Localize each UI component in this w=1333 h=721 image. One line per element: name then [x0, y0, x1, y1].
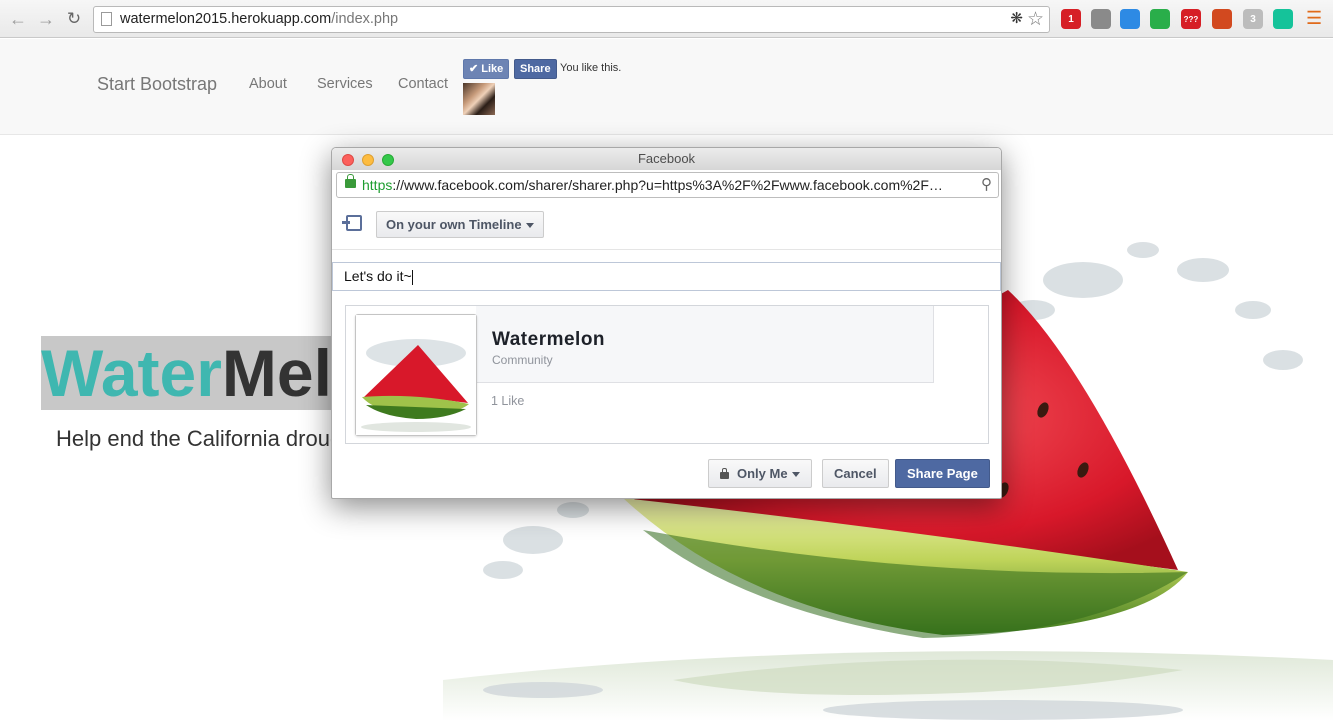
- site-navbar: Start Bootstrap About Services Contact ✔…: [0, 39, 1333, 135]
- share-to-icon: [342, 215, 362, 231]
- close-window-icon[interactable]: [342, 154, 354, 166]
- forward-icon[interactable]: →: [35, 8, 57, 30]
- watermelon-thumbnail-image: [356, 315, 476, 435]
- extension-badge: ???: [1183, 15, 1199, 24]
- chrome-ext-icon[interactable]: [1120, 9, 1140, 29]
- share-destination-row: On your own Timeline: [332, 200, 1001, 250]
- popup-address-bar[interactable]: https://www.facebook.com/sharer/sharer.p…: [336, 172, 999, 198]
- reload-icon[interactable]: ↻: [63, 8, 85, 30]
- facebook-share-popup: Facebook https://www.facebook.com/sharer…: [331, 147, 1002, 499]
- share-message-input[interactable]: Let's do it~: [332, 262, 1001, 291]
- zoom-window-icon[interactable]: [382, 154, 394, 166]
- translate-icon[interactable]: ???: [1181, 9, 1201, 29]
- zoom-icon[interactable]: ⚲: [981, 175, 992, 193]
- bookmark-star-icon[interactable]: ☆: [1027, 8, 1044, 31]
- popup-url: https://www.facebook.com/sharer/sharer.p…: [362, 177, 943, 193]
- chevron-down-icon: [525, 223, 534, 229]
- fb-user-avatar[interactable]: [463, 83, 495, 115]
- todo-icon[interactable]: [1212, 9, 1232, 29]
- share-page-button[interactable]: Share Page: [895, 459, 990, 488]
- popup-title: Facebook: [637, 151, 696, 166]
- opera-icon[interactable]: 1: [1061, 9, 1081, 29]
- cancel-button[interactable]: Cancel: [822, 459, 889, 488]
- nav-contact[interactable]: Contact: [398, 76, 448, 92]
- address-url: watermelon2015.herokuapp.com/index.php: [120, 11, 399, 27]
- timeline-select[interactable]: On your own Timeline: [376, 211, 544, 238]
- page-icon: [101, 12, 112, 26]
- extension-badge: 3: [1250, 14, 1256, 25]
- privacy-select[interactable]: Only Me: [708, 459, 812, 488]
- text-cursor: [411, 269, 413, 285]
- page-thumbnail[interactable]: [355, 314, 477, 436]
- secure-lock-icon: [345, 174, 356, 188]
- page-preview-card: Watermelon Community 1 Like: [345, 305, 989, 444]
- grey-circle-icon[interactable]: 3: [1243, 9, 1263, 29]
- nav-about[interactable]: About: [249, 76, 287, 92]
- preview-page-category: Community: [492, 353, 553, 367]
- address-bar[interactable]: watermelon2015.herokuapp.com/index.php ❋…: [93, 6, 1050, 33]
- brand-link[interactable]: Start Bootstrap: [97, 74, 217, 95]
- minimize-window-icon[interactable]: [362, 154, 374, 166]
- lock-icon: [720, 468, 729, 479]
- nav-services[interactable]: Services: [317, 76, 373, 92]
- hero-title: WaterMelon: [41, 336, 333, 410]
- popup-titlebar: Facebook: [332, 148, 1001, 170]
- bug-icon[interactable]: ❋: [1010, 9, 1023, 27]
- quote-icon[interactable]: [1150, 9, 1170, 29]
- fb-liked-text: You like this.: [560, 62, 622, 74]
- menu-icon[interactable]: ☰: [1306, 8, 1322, 28]
- hero-section: WaterMelon Help end the California droug…: [0, 320, 333, 480]
- chevron-down-icon: [791, 472, 800, 478]
- fb-like-button[interactable]: ✔ Like: [463, 59, 510, 79]
- preview-like-count: 1 Like: [491, 394, 525, 408]
- back-icon[interactable]: ←: [7, 8, 29, 30]
- hero-subtitle: Help end the California drought: [56, 426, 333, 451]
- eyedropper-icon[interactable]: [1091, 9, 1111, 29]
- grammarly-icon[interactable]: [1273, 9, 1293, 29]
- browser-toolbar: ← → ↻ watermelon2015.herokuapp.com/index…: [0, 0, 1333, 38]
- fb-share-button[interactable]: Share: [514, 59, 557, 79]
- preview-page-name[interactable]: Watermelon: [492, 329, 605, 351]
- extension-badge: 1: [1068, 14, 1074, 25]
